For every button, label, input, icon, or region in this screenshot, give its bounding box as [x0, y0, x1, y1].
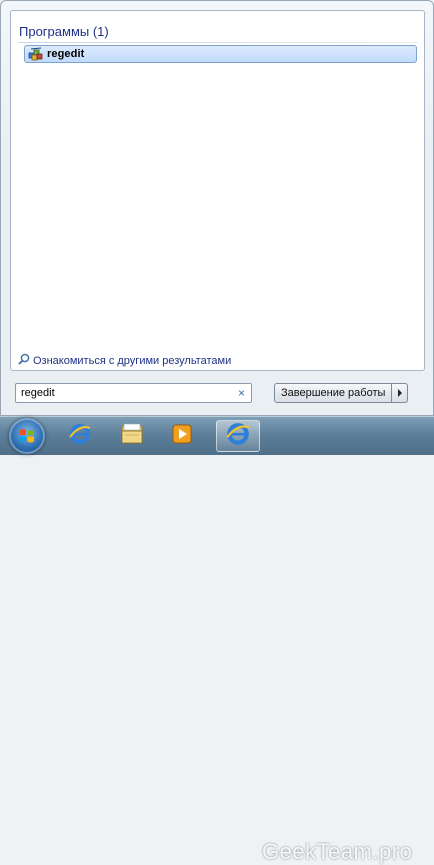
watermark: GeekTeam.pro: [262, 839, 413, 864]
internet-explorer-icon: [68, 422, 92, 451]
more-results-link[interactable]: Ознакомиться с другими результатами: [18, 352, 231, 370]
result-item-regedit[interactable]: regedit: [24, 45, 417, 63]
group-divider: [19, 42, 418, 43]
chevron-right-icon: [397, 384, 403, 402]
result-item-label: regedit: [47, 48, 85, 60]
taskbar-media-player-button[interactable]: [162, 420, 202, 452]
clear-search-icon[interactable]: ×: [238, 386, 245, 400]
programs-group-header: Программы (1): [19, 24, 109, 39]
regedit-icon: [28, 47, 44, 61]
taskbar-explorer-button[interactable]: [112, 420, 152, 452]
search-icon: [18, 352, 30, 370]
search-results-panel: Программы (1) regedit: [10, 10, 425, 371]
taskbar: GeekTeam.pro: [0, 416, 434, 864]
file-explorer-icon: [119, 422, 145, 451]
search-box: ×: [15, 383, 252, 403]
shutdown-group: Завершение работы: [274, 383, 409, 403]
taskbar-ie-active-button[interactable]: [216, 420, 260, 452]
taskbar-ie-button[interactable]: [60, 420, 100, 452]
media-player-icon: [171, 423, 193, 450]
more-results-label: Ознакомиться с другими результатами: [33, 355, 232, 367]
shutdown-button[interactable]: Завершение работы: [274, 383, 393, 403]
shutdown-options-button[interactable]: [392, 383, 409, 403]
internet-explorer-icon: [225, 421, 251, 452]
search-input[interactable]: [16, 387, 221, 399]
windows-logo-icon: [9, 429, 45, 458]
start-menu: Программы (1) regedit Ознакомиться с дру…: [0, 0, 434, 416]
start-button[interactable]: [9, 418, 45, 454]
